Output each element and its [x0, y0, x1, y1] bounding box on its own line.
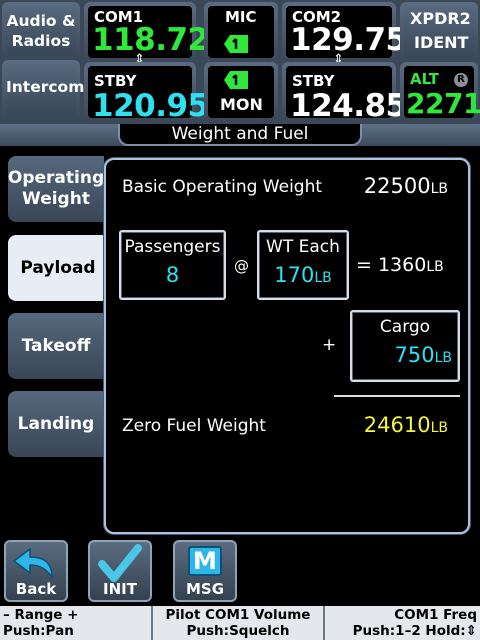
mon-label: MON — [220, 95, 263, 114]
back-arrow-icon — [12, 547, 53, 580]
passengers-value: 8 — [165, 263, 180, 287]
com2-standby-button[interactable]: STBY 124.85 — [282, 62, 407, 124]
tab-label: Operating Weight — [7, 168, 105, 209]
passenger-total-value: = 1360 — [356, 254, 427, 276]
wt-each-value: 170LB — [259, 263, 347, 287]
passengers-label: Passengers — [124, 237, 221, 257]
page-title: Weight and Fuel — [118, 124, 362, 146]
passengers-field[interactable]: Passengers 8 — [119, 230, 226, 300]
xpdr-code-button[interactable]: ALT R 2271 — [400, 62, 480, 122]
at-symbol: @ — [234, 257, 249, 275]
cargo-number: 750 — [394, 343, 435, 367]
com1-active-frequency: 118.72 — [92, 22, 209, 58]
sum-divider — [334, 395, 460, 397]
payload-panel: Basic Operating Weight 22500LB Passenger… — [104, 158, 470, 534]
right-knob-bottom: Push:1–2 Hold:⇕ — [352, 623, 477, 639]
wt-each-field[interactable]: WT Each 170LB — [257, 230, 349, 300]
com2-active-frequency: 129.75 — [290, 22, 407, 58]
msg-label: MSG — [185, 580, 225, 598]
unit-label: LB — [430, 420, 448, 436]
left-knob-hint: – Range + Push:Pan — [3, 606, 151, 640]
unit-label: LB — [426, 259, 444, 275]
ident-label: IDENT — [414, 33, 469, 52]
center-knob-bottom: Push:Squelch — [186, 623, 290, 639]
zero-fuel-weight-label: Zero Fuel Weight — [122, 416, 266, 436]
left-knob-top: – Range + — [3, 607, 79, 623]
wt-each-label: WT Each — [266, 237, 340, 257]
intercom-button[interactable]: Intercom — [2, 60, 85, 120]
xpdr-mode-label: ALT — [410, 70, 439, 88]
mon-selected-icon — [224, 71, 248, 89]
msg-icon: M — [188, 546, 222, 576]
mic-selected-icon — [224, 35, 248, 53]
checkmark-icon — [98, 544, 142, 582]
msg-button[interactable]: M MSG — [173, 540, 237, 602]
tab-takeoff[interactable]: Takeoff — [8, 313, 104, 379]
xpdr-reply-badge: R — [454, 73, 468, 87]
cargo-value: 750LB — [352, 343, 458, 367]
plus-symbol: + — [322, 335, 337, 355]
msg-icon-letter: M — [193, 547, 217, 575]
xpdr-ident-button[interactable]: XPDR2 IDENT — [400, 2, 478, 62]
tab-payload[interactable]: Payload — [8, 235, 108, 301]
center-knob-hint: Pilot COM1 Volume Push:Squelch — [153, 606, 323, 640]
tab-operating-weight[interactable]: Operating Weight — [8, 156, 104, 222]
mon-button[interactable]: MON — [204, 62, 278, 122]
audio-radios-button[interactable]: Audio & Radios — [2, 2, 80, 60]
zero-fuel-weight-value: 24610LB — [364, 413, 448, 437]
wt-each-number: 170 — [274, 263, 315, 287]
back-button[interactable]: Back — [4, 540, 68, 602]
passenger-total: = 1360LB — [356, 254, 444, 276]
intercom-label: Intercom — [6, 78, 85, 96]
right-knob-hint: COM1 Freq Push:1–2 Hold:⇕ — [325, 606, 477, 640]
center-knob-top: Pilot COM1 Volume — [165, 607, 311, 623]
basic-operating-weight-value: 22500LB — [364, 174, 448, 198]
cargo-field[interactable]: Cargo 750LB — [350, 310, 460, 382]
com1-standby-frequency: 120.95 — [92, 88, 209, 124]
xpdr-label: XPDR2 — [410, 9, 471, 28]
unit-label: LB — [430, 181, 448, 197]
tab-label: Landing — [17, 413, 95, 434]
com2-standby-frequency: 124.85 — [290, 88, 407, 124]
tab-landing[interactable]: Landing — [8, 391, 104, 457]
basic-weight-number: 22500 — [363, 174, 431, 198]
cargo-label: Cargo — [379, 317, 431, 337]
tab-label: Payload — [20, 257, 96, 278]
unit-label: LB — [434, 350, 452, 366]
xpdr-code: 2271 — [406, 87, 480, 120]
init-button[interactable]: INIT — [88, 540, 152, 602]
softkey-bar — [0, 538, 480, 606]
mic-button[interactable]: MIC — [204, 2, 278, 62]
tab-label: Takeoff — [21, 335, 91, 356]
back-label: Back — [15, 580, 57, 598]
knob-status-bar: – Range + Push:Pan Pilot COM1 Volume Pus… — [0, 606, 480, 640]
left-knob-bottom: Push:Pan — [3, 623, 74, 639]
zfw-number: 24610 — [363, 413, 431, 437]
right-knob-top: COM1 Freq — [394, 607, 477, 623]
mic-label: MIC — [225, 8, 257, 26]
com1-standby-button[interactable]: STBY 120.95 — [84, 62, 209, 124]
basic-operating-weight-label: Basic Operating Weight — [122, 177, 323, 197]
init-label: INIT — [103, 580, 137, 598]
audio-radios-label: Audio & Radios — [6, 12, 76, 50]
unit-label: LB — [314, 270, 332, 286]
